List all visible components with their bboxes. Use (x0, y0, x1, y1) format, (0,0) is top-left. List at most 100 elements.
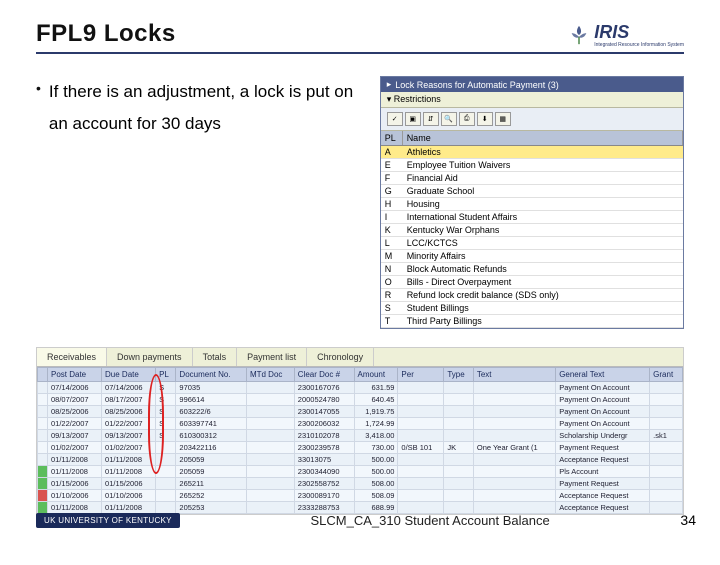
grid-cell (156, 442, 176, 454)
grid-row[interactable]: 01/15/200601/15/20062652112302558752508.… (38, 478, 683, 490)
footer-course: SLCM_CA_310 Student Account Balance (180, 513, 681, 528)
row-name: LCC/KCTCS (403, 237, 683, 249)
grid-cell (444, 430, 474, 442)
expand-icon: ▾ (387, 94, 392, 104)
tab-receivables[interactable]: Receivables (37, 348, 107, 366)
row-pl: G (381, 185, 403, 197)
grid-cell: Payment Request (556, 478, 650, 490)
grid-col-header[interactable]: Per (398, 368, 444, 382)
grid-col-header[interactable]: Document No. (176, 368, 247, 382)
lock-list-row[interactable]: KKentucky War Orphans (381, 224, 683, 237)
grid-row[interactable]: 01/11/200801/11/20082050592300344090500.… (38, 466, 683, 478)
grid-cell: Acceptance Request (556, 454, 650, 466)
tab-chronology[interactable]: Chronology (307, 348, 374, 366)
grid-col-header[interactable]: MTd Doc (246, 368, 294, 382)
grid-cell: 08/07/2007 (48, 394, 102, 406)
grid-col-header[interactable]: Due Date (102, 368, 156, 382)
grid-cell (246, 478, 294, 490)
grid-cell: 01/11/2008 (48, 466, 102, 478)
grid-col-header[interactable]: PL (156, 368, 176, 382)
grid-cell: One Year Grant (1 (473, 442, 555, 454)
lock-list-row[interactable]: OBills - Direct Overpayment (381, 276, 683, 289)
grid-cell (246, 406, 294, 418)
iris-flower-icon (568, 24, 590, 46)
tab-totals[interactable]: Totals (193, 348, 238, 366)
toolbar-sort-icon[interactable]: ⇵ (423, 112, 439, 126)
grid-cell (156, 454, 176, 466)
toolbar-export-icon[interactable]: ⬇ (477, 112, 493, 126)
grid-cell (38, 442, 48, 454)
tab-down-payments[interactable]: Down payments (107, 348, 193, 366)
grid-col-header[interactable] (38, 368, 48, 382)
grid-cell: 500.00 (354, 454, 398, 466)
grid-row[interactable]: 01/22/200701/22/2007S6033977412300206032… (38, 418, 683, 430)
grid-cell (650, 466, 683, 478)
row-pl: M (381, 250, 403, 262)
grid-cell (444, 418, 474, 430)
row-pl: K (381, 224, 403, 236)
toolbar-filter-icon[interactable]: ▣ (405, 112, 421, 126)
grid-cell (444, 394, 474, 406)
grid-row[interactable]: 01/11/200801/11/200820505933013075500.00… (38, 454, 683, 466)
iris-logo-text: IRIS (594, 22, 684, 43)
lock-list-row[interactable]: SStudent Billings (381, 302, 683, 315)
lock-list-row[interactable]: FFinancial Aid (381, 172, 683, 185)
grid-cell: 205059 (176, 454, 247, 466)
lock-list-row[interactable]: IInternational Student Affairs (381, 211, 683, 224)
lock-list-row[interactable]: MMinority Affairs (381, 250, 683, 263)
col-pl[interactable]: PL (381, 131, 403, 145)
col-name[interactable]: Name (403, 131, 683, 145)
lock-list-row[interactable]: EEmployee Tuition Waivers (381, 159, 683, 172)
grid-row[interactable]: 08/07/200708/17/2007S9966142000524780640… (38, 394, 683, 406)
lock-list-row[interactable]: TThird Party Billings (381, 315, 683, 328)
grid-cell (398, 382, 444, 394)
grid-cell: 01/22/2007 (102, 418, 156, 430)
grid-row[interactable]: 01/02/200701/02/200720342211623002395787… (38, 442, 683, 454)
row-pl: N (381, 263, 403, 275)
restrictions-bar[interactable]: ▾ Restrictions (381, 92, 683, 108)
grid-row[interactable]: 09/13/200709/13/2007S6103003122310102078… (38, 430, 683, 442)
grid-cell: S (156, 418, 176, 430)
grid-col-header[interactable]: Type (444, 368, 474, 382)
grid-col-header[interactable]: Grant (650, 368, 683, 382)
grid-cell: 2000524780 (294, 394, 354, 406)
grid-row[interactable]: 07/14/200607/14/2006S970352300167076631.… (38, 382, 683, 394)
grid-cell: Payment On Account (556, 406, 650, 418)
lock-list-row[interactable]: NBlock Automatic Refunds (381, 263, 683, 276)
grid-header-row: Post DateDue DatePLDocument No.MTd DocCl… (38, 368, 683, 382)
grid-col-header[interactable]: General Text (556, 368, 650, 382)
iris-logo-sub: Integrated Resource Information System (594, 43, 684, 48)
lock-list-row[interactable]: RRefund lock credit balance (SDS only) (381, 289, 683, 302)
grid-row[interactable]: 08/25/200608/25/2006S603222/623001470551… (38, 406, 683, 418)
grid-col-header[interactable]: Clear Doc # (294, 368, 354, 382)
grid-cell: 01/10/2006 (102, 490, 156, 502)
grid-cell (444, 478, 474, 490)
lock-list-row[interactable]: GGraduate School (381, 185, 683, 198)
lock-reasons-window: ▸ Lock Reasons for Automatic Payment (3)… (380, 76, 684, 329)
grid-col-header[interactable]: Text (473, 368, 555, 382)
grid-cell: 610300312 (176, 430, 247, 442)
grid-cell: 07/14/2006 (48, 382, 102, 394)
tab-payment-list[interactable]: Payment list (237, 348, 307, 366)
grid-cell (38, 466, 48, 478)
grid-cell: 2310102078 (294, 430, 354, 442)
grid-cell: 08/17/2007 (102, 394, 156, 406)
grid-cell (398, 466, 444, 478)
grid-cell: JK (444, 442, 474, 454)
lock-list-row[interactable]: LLCC/KCTCS (381, 237, 683, 250)
lock-list-row[interactable]: HHousing (381, 198, 683, 211)
grid-cell: 265211 (176, 478, 247, 490)
grid-row[interactable]: 01/10/200601/10/20062652522300089170508.… (38, 490, 683, 502)
toolbar-layout-icon[interactable]: ▦ (495, 112, 511, 126)
iris-logo: IRIS Integrated Resource Information Sys… (568, 22, 684, 48)
grid-cell (398, 490, 444, 502)
lock-list-row[interactable]: AAthletics (381, 146, 683, 159)
grid-col-header[interactable]: Amount (354, 368, 398, 382)
toolbar-check-icon[interactable]: ✓ (387, 112, 403, 126)
grid-col-header[interactable]: Post Date (48, 368, 102, 382)
grid-cell: 01/11/2008 (48, 454, 102, 466)
toolbar-search-icon[interactable]: 🔍 (441, 112, 457, 126)
lock-list-body[interactable]: AAthleticsEEmployee Tuition WaiversFFina… (381, 146, 683, 328)
toolbar-print-icon[interactable]: ⎙ (459, 112, 475, 126)
grid-cell (398, 430, 444, 442)
